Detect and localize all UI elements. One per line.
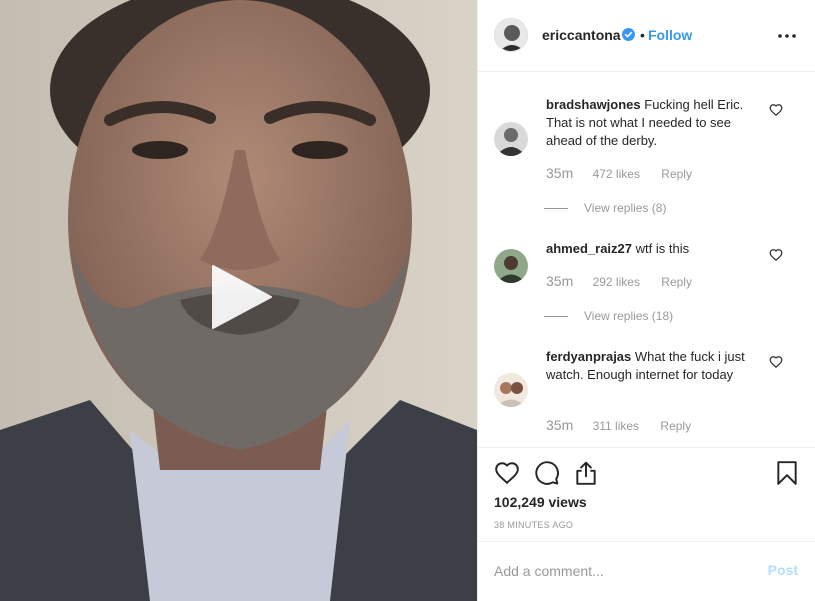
commenter-avatar[interactable] — [494, 249, 528, 283]
view-replies-label: View replies (18) — [584, 309, 674, 323]
comment-time[interactable]: 35m — [546, 165, 573, 181]
post-header: ericcantona • Follow — [478, 0, 815, 72]
post-timestamp[interactable]: 38 MINUTES AGO — [494, 520, 573, 530]
author-avatar[interactable] — [494, 18, 528, 52]
add-comment-bar: Post — [478, 541, 815, 601]
comment-text: ahmed_raiz27 wtf is this — [546, 240, 768, 258]
post-comment-button[interactable]: Post — [768, 562, 798, 578]
comment-text: ferdyanprajas What the fuck i just watch… — [546, 348, 768, 384]
comment-username[interactable]: ahmed_raiz27 — [546, 241, 632, 256]
verified-badge-icon — [622, 28, 635, 41]
comment-icon[interactable] — [534, 460, 560, 486]
more-options-icon[interactable] — [777, 26, 797, 46]
comment-meta: 35m 292 likes Reply — [546, 273, 692, 289]
comment-likes[interactable]: 292 likes — [593, 275, 640, 289]
view-replies-button[interactable]: View replies (18) — [544, 309, 673, 323]
post-actions: 102,249 views 38 MINUTES AGO — [478, 447, 815, 541]
post-video[interactable] — [0, 0, 477, 601]
reply-button[interactable]: Reply — [660, 419, 691, 433]
comment-username[interactable]: ferdyanprajas — [546, 349, 631, 364]
commenter-avatar-image — [494, 122, 528, 156]
reply-button[interactable]: Reply — [661, 275, 692, 289]
commenter-avatar-image — [494, 249, 528, 283]
comment-time[interactable]: 35m — [546, 417, 573, 433]
share-icon[interactable] — [573, 460, 599, 486]
commenter-avatar-image — [494, 373, 528, 407]
author-username[interactable]: ericcantona — [542, 27, 621, 43]
view-count[interactable]: 102,249 views — [494, 494, 587, 510]
reply-button[interactable]: Reply — [661, 167, 692, 181]
comment-likes[interactable]: 472 likes — [593, 167, 640, 181]
play-icon[interactable] — [205, 262, 275, 332]
replies-divider — [544, 208, 568, 210]
bookmark-icon[interactable] — [774, 460, 800, 486]
comment-text: bradshawjones Fucking hell Eric. That is… — [546, 96, 768, 150]
author-avatar-image — [495, 19, 527, 51]
comment-time[interactable]: 35m — [546, 273, 573, 289]
heart-icon[interactable] — [769, 355, 783, 369]
comment-username[interactable]: bradshawjones — [546, 97, 641, 112]
commenter-avatar[interactable] — [494, 122, 528, 156]
comment-likes[interactable]: 311 likes — [593, 419, 639, 433]
header-separator: • — [640, 27, 645, 43]
heart-icon[interactable] — [769, 248, 783, 262]
comment-meta: 35m 311 likes Reply — [546, 417, 691, 433]
post-side-panel: ericcantona • Follow bradshawjones Fucki… — [477, 0, 815, 601]
view-replies-label: View replies (8) — [584, 201, 667, 215]
follow-button[interactable]: Follow — [648, 27, 692, 43]
commenter-avatar[interactable] — [494, 373, 528, 407]
heart-icon[interactable] — [769, 103, 783, 117]
comment-meta: 35m 472 likes Reply — [546, 165, 692, 181]
comment-message: wtf is this — [635, 241, 690, 256]
replies-divider — [544, 316, 568, 318]
view-replies-button[interactable]: View replies (8) — [544, 201, 666, 215]
comments-list[interactable]: bradshawjones Fucking hell Eric. That is… — [478, 73, 815, 447]
comment-input[interactable] — [494, 560, 754, 582]
heart-icon[interactable] — [494, 460, 520, 486]
